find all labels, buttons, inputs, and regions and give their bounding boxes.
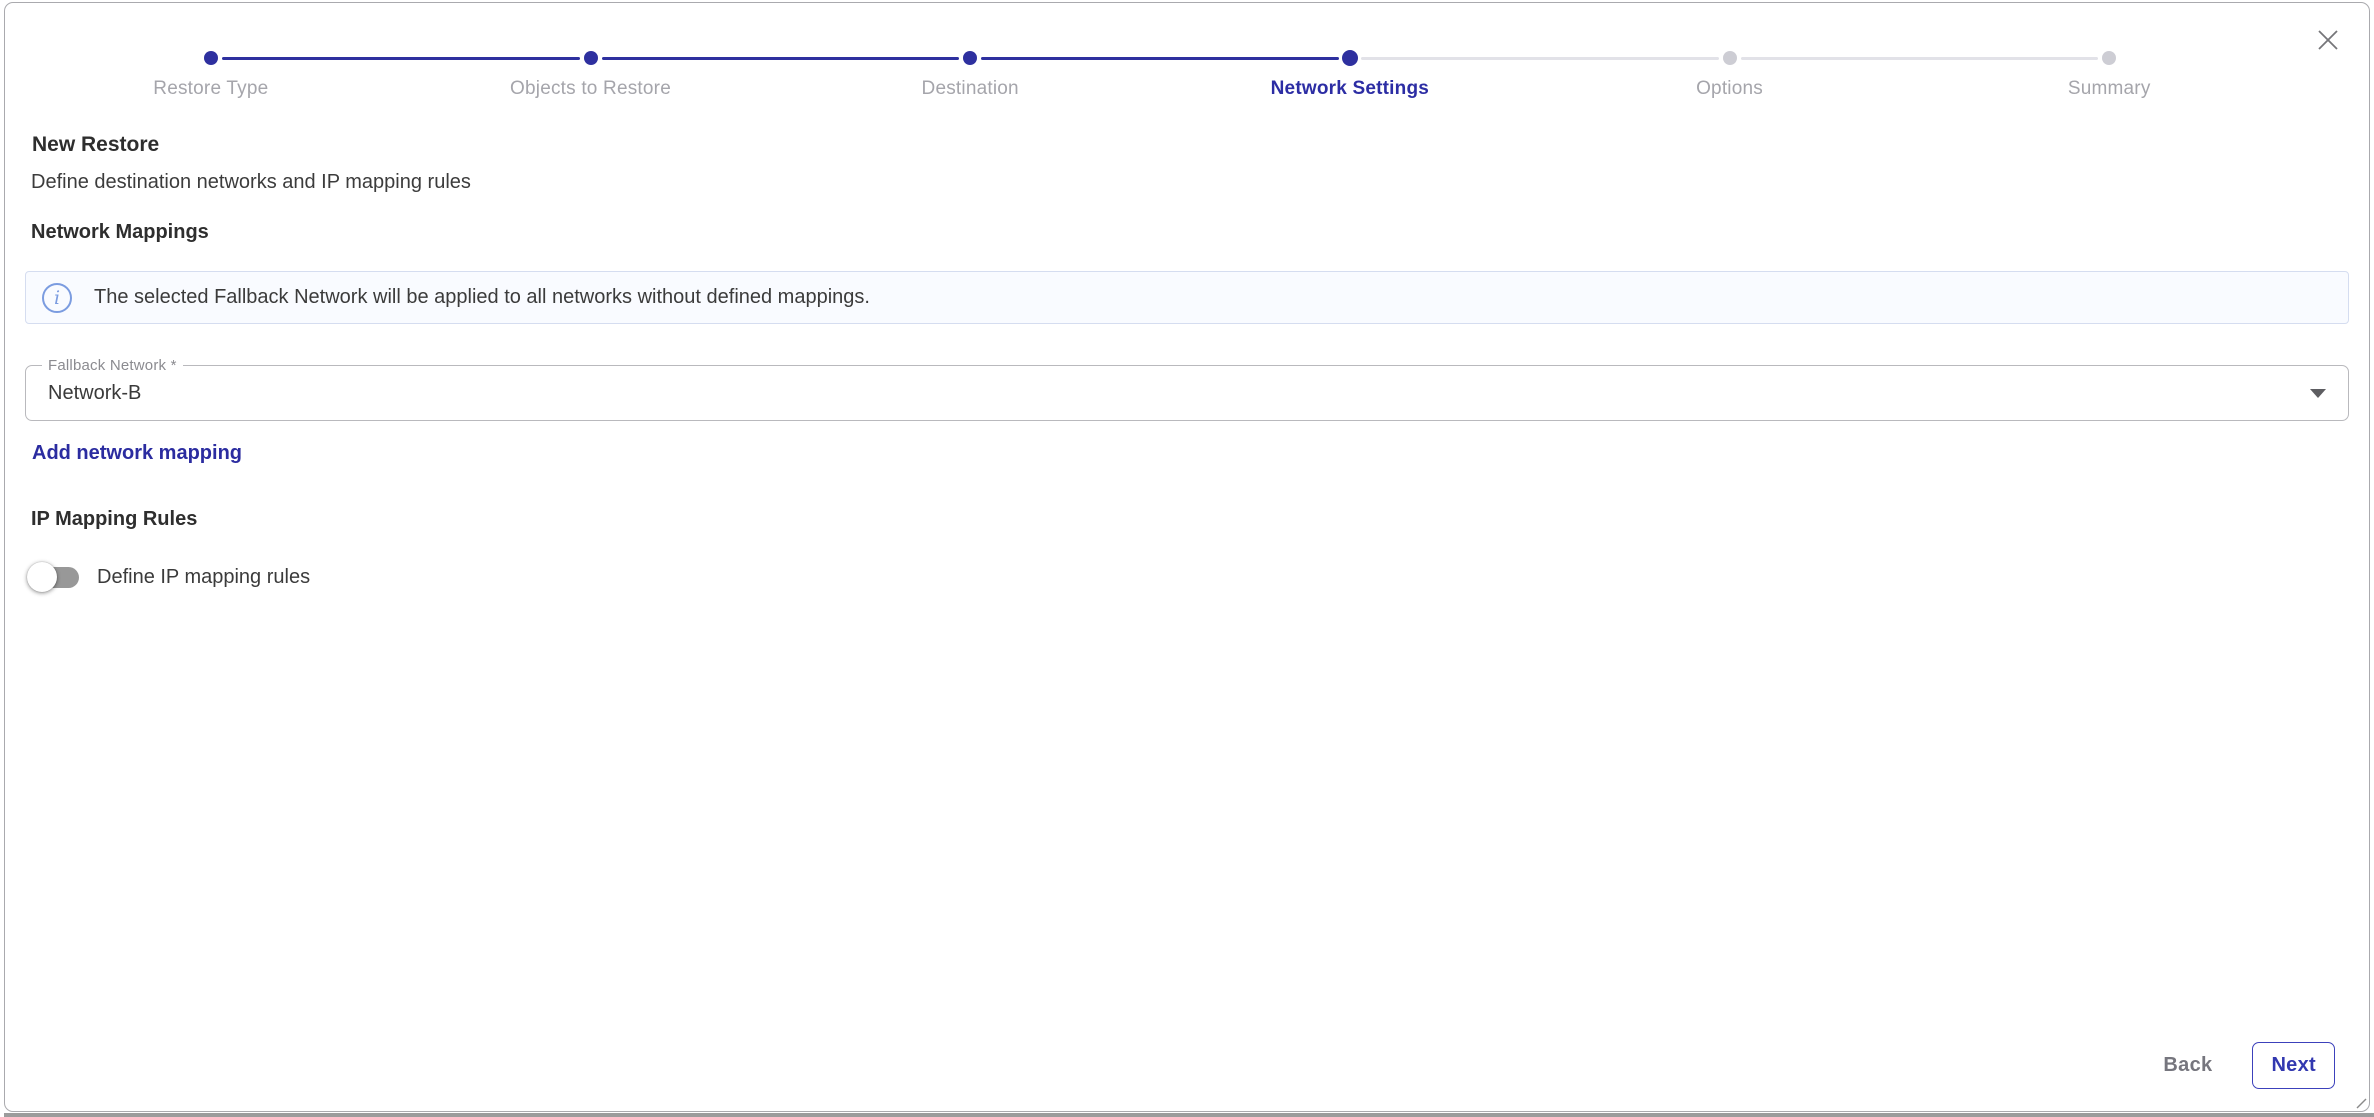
close-button[interactable] (2313, 25, 2343, 55)
step-connector (602, 57, 960, 61)
toggle-thumb (27, 562, 57, 592)
step-label: Network Settings (1271, 78, 1429, 100)
step-dot (1723, 51, 1737, 65)
fallback-network-value: Network-B (26, 382, 141, 405)
dropdown-caret-icon (2310, 389, 2326, 398)
step-connector (222, 57, 580, 61)
step-label: Objects to Restore (510, 78, 671, 100)
page-title: New Restore (32, 133, 2349, 157)
resize-handle[interactable] (2355, 1097, 2367, 1109)
ip-mapping-toggle-row: Define IP mapping rules (27, 562, 2349, 592)
ip-mapping-rules-heading: IP Mapping Rules (31, 508, 2349, 531)
ip-mapping-toggle[interactable] (27, 562, 79, 592)
new-restore-dialog: Restore Type Objects to Restore Destinat… (4, 2, 2370, 1112)
step-dot (963, 51, 977, 65)
backdrop-edge (4, 1113, 2374, 1117)
step-connector (1741, 57, 2099, 61)
step-summary[interactable]: Summary (1919, 51, 2299, 100)
back-button[interactable]: Back (2163, 1054, 2212, 1077)
dialog-content: New Restore Define destination networks … (25, 133, 2349, 592)
step-dot (2102, 51, 2116, 65)
network-mappings-heading: Network Mappings (31, 221, 2349, 244)
add-network-mapping-link[interactable]: Add network mapping (32, 442, 242, 465)
info-banner: i The selected Fallback Network will be … (25, 271, 2349, 324)
step-dot (584, 51, 598, 65)
dialog-footer: Back Next (2163, 1042, 2335, 1089)
info-banner-text: The selected Fallback Network will be ap… (94, 286, 870, 309)
ip-mapping-toggle-label: Define IP mapping rules (97, 566, 310, 589)
wizard-stepper: Restore Type Objects to Restore Destinat… (21, 51, 2299, 100)
page-subtitle: Define destination networks and IP mappi… (31, 171, 2349, 194)
step-connector (1361, 57, 1719, 61)
close-icon (2315, 27, 2341, 53)
step-label: Summary (2068, 78, 2151, 100)
step-dot (1342, 50, 1358, 66)
fallback-network-label: Fallback Network * (42, 357, 183, 374)
step-label: Options (1696, 78, 1763, 100)
step-dot (204, 51, 218, 65)
next-button[interactable]: Next (2252, 1042, 2335, 1089)
step-connector (981, 57, 1339, 61)
info-icon: i (42, 283, 72, 313)
step-label: Destination (922, 78, 1019, 100)
fallback-network-select[interactable]: Fallback Network * Network-B (25, 365, 2349, 421)
step-label: Restore Type (153, 78, 268, 100)
